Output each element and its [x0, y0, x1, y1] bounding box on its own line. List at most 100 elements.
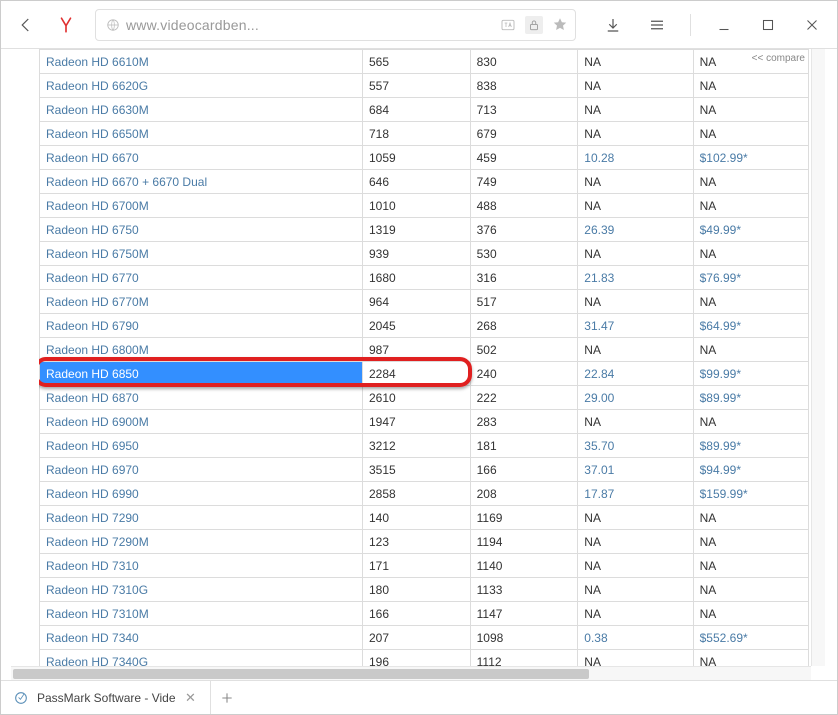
value-link[interactable]: 22.84: [578, 362, 693, 386]
gpu-name-link[interactable]: Radeon HD 6750: [40, 218, 363, 242]
address-bar[interactable]: www.videocardben...: [95, 9, 576, 41]
gpu-name-link[interactable]: Radeon HD 6950: [40, 434, 363, 458]
price-link[interactable]: $99.99*: [693, 362, 808, 386]
gpu-name-link[interactable]: Radeon HD 6970: [40, 458, 363, 482]
value-link[interactable]: NA: [578, 338, 693, 362]
value-link[interactable]: NA: [578, 74, 693, 98]
price-link[interactable]: NA: [693, 74, 808, 98]
lock-icon[interactable]: [525, 16, 543, 34]
price-link[interactable]: $552.69*: [693, 626, 808, 650]
price-link[interactable]: NA: [693, 98, 808, 122]
gpu-name-link[interactable]: Radeon HD 6790: [40, 314, 363, 338]
price-link[interactable]: NA: [693, 602, 808, 626]
gpu-name-link[interactable]: Radeon HD 7290M: [40, 530, 363, 554]
rank-cell: 283: [470, 410, 578, 434]
rank-cell: 1098: [470, 626, 578, 650]
value-link[interactable]: NA: [578, 410, 693, 434]
price-link[interactable]: NA: [693, 194, 808, 218]
price-link[interactable]: NA: [693, 578, 808, 602]
value-link[interactable]: 21.83: [578, 266, 693, 290]
gpu-name-link[interactable]: Radeon HD 6900M: [40, 410, 363, 434]
value-link[interactable]: NA: [578, 242, 693, 266]
gpu-name-link[interactable]: Radeon HD 6770M: [40, 290, 363, 314]
gpu-name-link[interactable]: Radeon HD 6700M: [40, 194, 363, 218]
tab-active[interactable]: PassMark Software - Vide ✕: [1, 681, 211, 714]
price-link[interactable]: NA: [693, 50, 808, 74]
gpu-name-link[interactable]: Radeon HD 6630M: [40, 98, 363, 122]
gpu-name-link[interactable]: Radeon HD 6800M: [40, 338, 363, 362]
value-link[interactable]: NA: [578, 506, 693, 530]
rank-cell: 530: [470, 242, 578, 266]
value-link[interactable]: 31.47: [578, 314, 693, 338]
value-link[interactable]: NA: [578, 50, 693, 74]
value-link[interactable]: NA: [578, 194, 693, 218]
price-link[interactable]: NA: [693, 530, 808, 554]
gpu-name-link[interactable]: Radeon HD 6770: [40, 266, 363, 290]
gpu-name-link[interactable]: Radeon HD 6670 + 6670 Dual: [40, 170, 363, 194]
gpu-name-link[interactable]: Radeon HD 6990: [40, 482, 363, 506]
value-link[interactable]: NA: [578, 290, 693, 314]
value-link[interactable]: NA: [578, 170, 693, 194]
gpu-name-link[interactable]: Radeon HD 6870: [40, 386, 363, 410]
price-link[interactable]: $102.99*: [693, 146, 808, 170]
price-link[interactable]: NA: [693, 410, 808, 434]
value-link[interactable]: NA: [578, 602, 693, 626]
gpu-name-link[interactable]: Radeon HD 7310: [40, 554, 363, 578]
price-link[interactable]: NA: [693, 170, 808, 194]
price-link[interactable]: $89.99*: [693, 386, 808, 410]
value-link[interactable]: 26.39: [578, 218, 693, 242]
score-cell: 166: [362, 602, 470, 626]
gpu-name-link[interactable]: Radeon HD 6610M: [40, 50, 363, 74]
score-cell: 1319: [362, 218, 470, 242]
scrollbar-vertical[interactable]: [811, 49, 825, 666]
bookmark-star-icon[interactable]: [551, 16, 569, 34]
price-link[interactable]: $89.99*: [693, 434, 808, 458]
gpu-name-link[interactable]: Radeon HD 6650M: [40, 122, 363, 146]
value-link[interactable]: NA: [578, 98, 693, 122]
value-link[interactable]: 17.87: [578, 482, 693, 506]
gpu-name-link[interactable]: Radeon HD 7310M: [40, 602, 363, 626]
price-link[interactable]: $159.99*: [693, 482, 808, 506]
back-button[interactable]: [15, 14, 37, 36]
gpu-name-link[interactable]: Radeon HD 6620G: [40, 74, 363, 98]
gpu-name-link[interactable]: Radeon HD 6750M: [40, 242, 363, 266]
maximize-button[interactable]: [757, 14, 779, 36]
price-link[interactable]: $49.99*: [693, 218, 808, 242]
scrollbar-thumb[interactable]: [13, 669, 589, 679]
toolbar-separator: [690, 14, 691, 36]
gpu-name-link[interactable]: Radeon HD 6850: [40, 362, 363, 386]
value-link[interactable]: 0.38: [578, 626, 693, 650]
scrollbar-horizontal[interactable]: [11, 666, 811, 680]
price-link[interactable]: NA: [693, 506, 808, 530]
value-link[interactable]: NA: [578, 578, 693, 602]
value-link[interactable]: NA: [578, 122, 693, 146]
tab-close-icon[interactable]: ✕: [184, 691, 198, 705]
browser-logo[interactable]: [55, 14, 77, 36]
price-link[interactable]: NA: [693, 554, 808, 578]
score-cell: 2284: [362, 362, 470, 386]
price-link[interactable]: NA: [693, 338, 808, 362]
gpu-name-link[interactable]: Radeon HD 7340: [40, 626, 363, 650]
close-button[interactable]: [801, 14, 823, 36]
value-link[interactable]: 35.70: [578, 434, 693, 458]
translate-icon[interactable]: [499, 16, 517, 34]
value-link[interactable]: NA: [578, 530, 693, 554]
gpu-name-link[interactable]: Radeon HD 7310G: [40, 578, 363, 602]
minimize-button[interactable]: [713, 14, 735, 36]
value-link[interactable]: NA: [578, 554, 693, 578]
price-link[interactable]: $64.99*: [693, 314, 808, 338]
price-link[interactable]: NA: [693, 242, 808, 266]
price-link[interactable]: $94.99*: [693, 458, 808, 482]
download-icon[interactable]: [602, 14, 624, 36]
price-link[interactable]: NA: [693, 122, 808, 146]
gpu-name-link[interactable]: Radeon HD 7290: [40, 506, 363, 530]
menu-icon[interactable]: [646, 14, 668, 36]
price-link[interactable]: $76.99*: [693, 266, 808, 290]
value-link[interactable]: 29.00: [578, 386, 693, 410]
value-link[interactable]: 10.28: [578, 146, 693, 170]
gpu-name-link[interactable]: Radeon HD 6670: [40, 146, 363, 170]
new-tab-button[interactable]: [211, 681, 245, 714]
score-cell: 646: [362, 170, 470, 194]
value-link[interactable]: 37.01: [578, 458, 693, 482]
price-link[interactable]: NA: [693, 290, 808, 314]
